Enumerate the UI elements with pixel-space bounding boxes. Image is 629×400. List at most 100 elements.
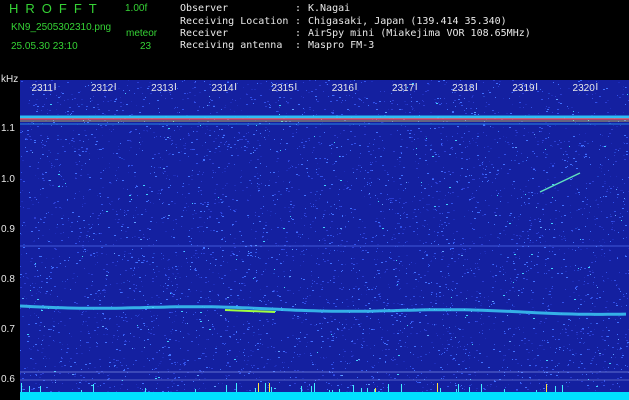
noise-pixel bbox=[217, 333, 218, 334]
noise-pixel bbox=[333, 282, 335, 283]
noise-pixel bbox=[334, 142, 335, 143]
noise-pixel bbox=[150, 333, 152, 334]
noise-pixel bbox=[346, 324, 347, 325]
noise-pixel bbox=[452, 192, 454, 193]
noise-pixel bbox=[355, 93, 356, 94]
noise-pixel bbox=[56, 109, 57, 110]
noise-pixel bbox=[359, 219, 361, 220]
noise-pixel bbox=[345, 227, 346, 228]
noise-pixel bbox=[76, 353, 78, 354]
noise-pixel bbox=[213, 284, 215, 285]
noise-pixel bbox=[569, 344, 570, 345]
noise-pixel bbox=[114, 114, 116, 115]
noise-pixel bbox=[485, 106, 487, 107]
noise-pixel bbox=[452, 346, 453, 347]
noise-pixel bbox=[529, 377, 531, 378]
noise-pixel bbox=[55, 207, 57, 208]
noise-pixel bbox=[294, 370, 296, 371]
noise-pixel bbox=[38, 291, 40, 292]
noise-pixel bbox=[532, 132, 534, 133]
noise-pixel bbox=[588, 349, 590, 350]
noise-pixel bbox=[540, 219, 541, 220]
noise-pixel bbox=[456, 377, 457, 378]
noise-pixel bbox=[397, 314, 398, 315]
noise-pixel bbox=[465, 353, 466, 354]
noise-pixel bbox=[579, 295, 580, 296]
noise-pixel bbox=[575, 353, 577, 354]
noise-pixel bbox=[177, 385, 179, 386]
noise-pixel bbox=[286, 170, 288, 171]
noise-pixel bbox=[529, 242, 531, 243]
noise-pixel bbox=[26, 151, 28, 152]
noise-pixel bbox=[479, 293, 481, 294]
noise-pixel bbox=[103, 373, 104, 374]
noise-pixel bbox=[323, 91, 324, 92]
noise-pixel bbox=[166, 166, 168, 167]
noise-pixel bbox=[288, 168, 290, 169]
noise-pixel bbox=[411, 137, 413, 138]
noise-pixel bbox=[609, 363, 611, 364]
noise-pixel bbox=[548, 107, 550, 108]
noise-pixel bbox=[618, 316, 620, 317]
noise-pixel bbox=[615, 114, 616, 115]
noise-pixel bbox=[256, 280, 258, 281]
noise-pixel bbox=[446, 225, 447, 226]
noise-pixel bbox=[125, 211, 126, 212]
noise-pixel bbox=[396, 285, 398, 286]
noise-pixel bbox=[625, 337, 626, 338]
noise-pixel bbox=[133, 217, 134, 218]
noise-pixel bbox=[185, 197, 186, 198]
noise-pixel bbox=[443, 334, 444, 335]
noise-pixel bbox=[461, 255, 463, 256]
noise-pixel bbox=[283, 261, 284, 262]
noise-pixel bbox=[545, 318, 547, 319]
noise-pixel bbox=[241, 370, 243, 371]
noise-pixel bbox=[449, 327, 450, 328]
noise-pixel bbox=[442, 353, 443, 354]
noise-pixel bbox=[558, 363, 560, 364]
noise-pixel bbox=[595, 261, 596, 262]
noise-pixel bbox=[197, 126, 199, 127]
noise-pixel bbox=[141, 262, 143, 263]
noise-pixel bbox=[486, 135, 487, 136]
noise-pixel bbox=[612, 239, 614, 240]
noise-pixel bbox=[246, 133, 247, 134]
noise-pixel bbox=[248, 142, 249, 143]
noise-pixel bbox=[474, 218, 476, 219]
noise-pixel bbox=[200, 297, 202, 298]
noise-pixel bbox=[232, 225, 233, 226]
noise-pixel bbox=[278, 357, 280, 358]
noise-pixel bbox=[500, 196, 502, 197]
noise-pixel bbox=[235, 269, 237, 270]
noise-pixel bbox=[278, 171, 279, 172]
y-tick-label: 1.0 bbox=[1, 174, 15, 185]
noise-pixel bbox=[219, 144, 220, 145]
noise-pixel bbox=[141, 318, 143, 319]
noise-pixel bbox=[429, 229, 430, 230]
noise-pixel bbox=[462, 336, 464, 337]
noise-pixel bbox=[99, 193, 101, 194]
noise-pixel bbox=[199, 319, 201, 320]
noise-pixel bbox=[22, 316, 24, 317]
noise-pixel bbox=[485, 235, 486, 236]
noise-pixel bbox=[400, 184, 402, 185]
noise-pixel bbox=[349, 95, 350, 96]
noise-pixel bbox=[461, 373, 463, 374]
noise-pixel bbox=[309, 109, 311, 110]
noise-pixel bbox=[21, 254, 22, 255]
noise-pixel bbox=[38, 338, 39, 339]
noise-pixel bbox=[366, 294, 367, 295]
noise-pixel bbox=[608, 330, 610, 331]
noise-pixel bbox=[331, 385, 332, 386]
noise-pixel bbox=[626, 137, 628, 138]
noise-pixel bbox=[567, 196, 569, 197]
noise-pixel bbox=[602, 186, 604, 187]
noise-pixel bbox=[106, 279, 107, 280]
noise-pixel bbox=[52, 185, 54, 186]
noise-pixel bbox=[20, 266, 21, 267]
noise-pixel bbox=[177, 192, 178, 193]
noise-pixel bbox=[547, 258, 549, 259]
noise-pixel bbox=[265, 130, 266, 131]
noise-pixel bbox=[202, 174, 203, 175]
noise-pixel bbox=[34, 218, 36, 219]
